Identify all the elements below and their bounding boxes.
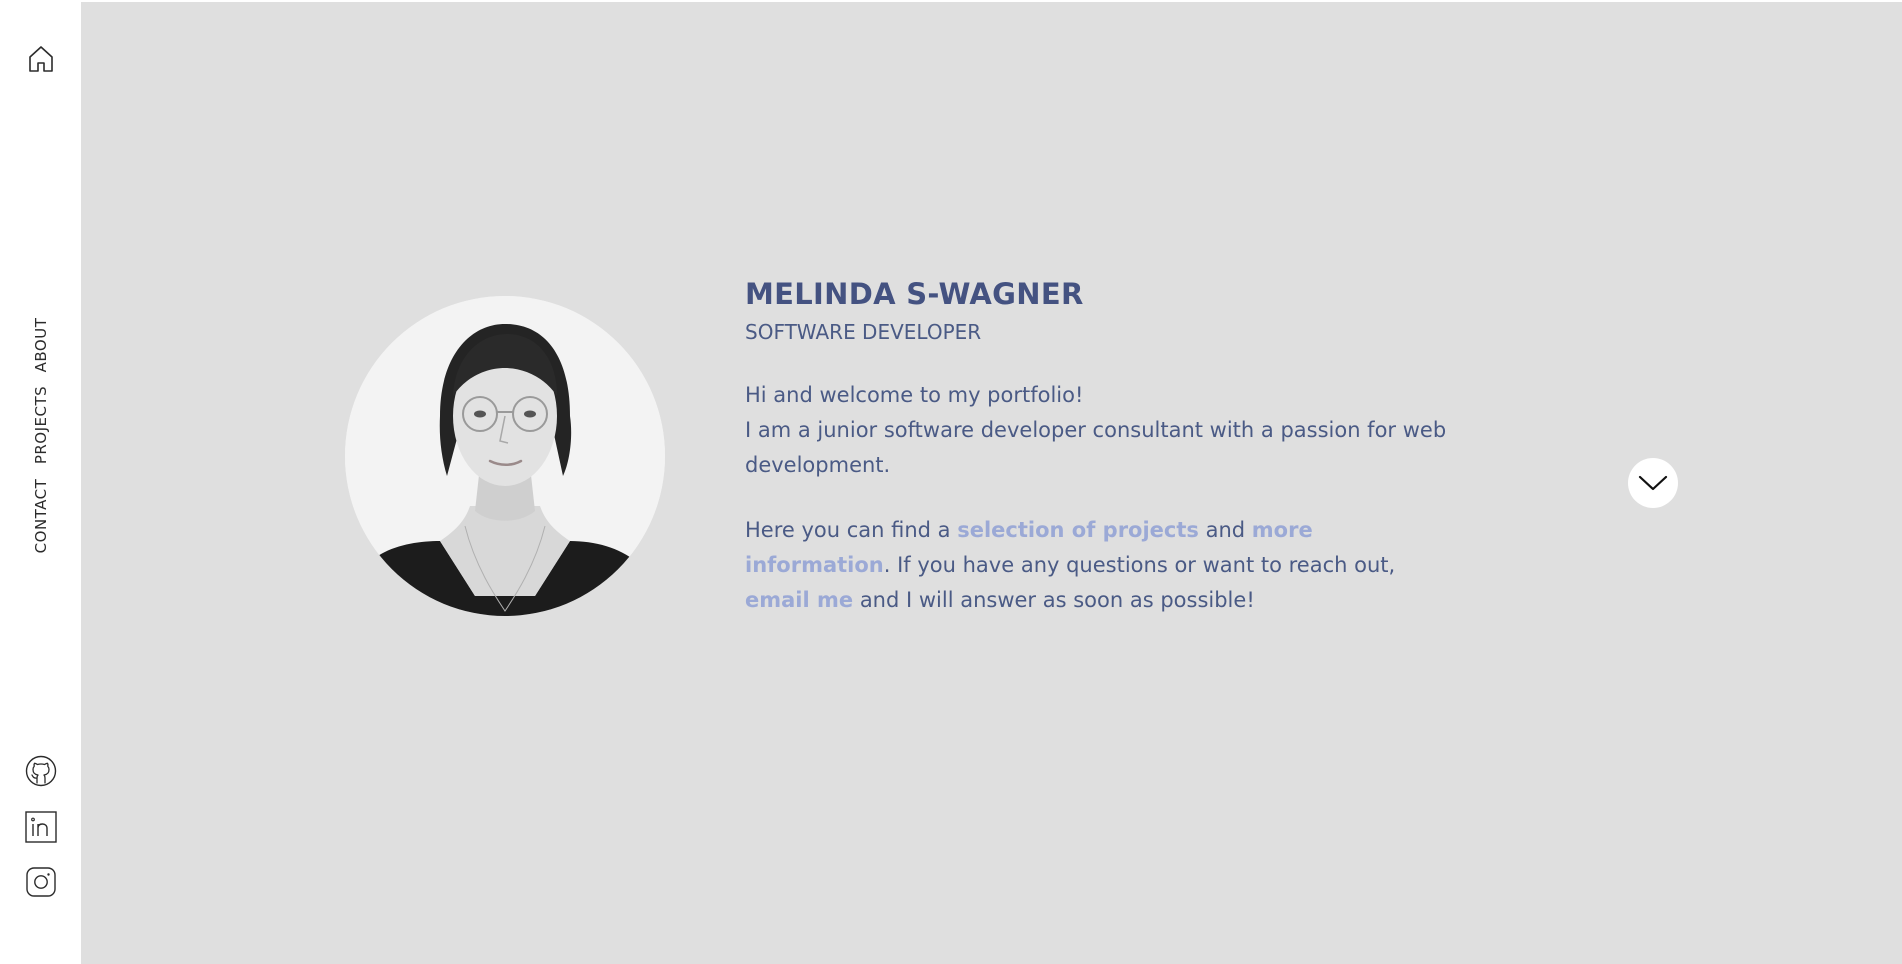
github-icon (25, 755, 57, 787)
nav-projects[interactable]: PROJECTS (32, 386, 50, 464)
scroll-down-button[interactable] (1628, 458, 1678, 508)
profile-name: MELINDA S-WAGNER (745, 277, 1084, 311)
linkedin-link[interactable] (24, 810, 58, 844)
linkedin-icon (25, 811, 57, 843)
contact-paragraph: Here you can find a selection of project… (745, 513, 1465, 618)
intro-paragraph: Hi and welcome to my portfolio! I am a j… (745, 378, 1465, 483)
text-before-email: . If you have any questions or want to r… (883, 553, 1396, 577)
intro-section: MELINDA S-WAGNER SOFTWARE DEVELOPER Hi a… (745, 274, 1465, 618)
intro-line-1: Hi and welcome to my portfolio! (745, 383, 1084, 407)
text-and: and (1198, 518, 1252, 542)
main-section: MELINDA S-WAGNER SOFTWARE DEVELOPER Hi a… (81, 2, 1902, 964)
profile-photo (345, 296, 665, 616)
projects-link[interactable]: selection of projects (957, 518, 1199, 542)
home-button[interactable] (26, 44, 56, 74)
text-after-email: and I will answer as soon as possible! (853, 588, 1255, 612)
nav-contact[interactable]: CONTACT (32, 479, 50, 554)
profile-role: SOFTWARE DEVELOPER (745, 320, 982, 344)
intro-line-2: I am a junior software developer consult… (745, 418, 1447, 477)
chevron-down-icon (1638, 475, 1668, 491)
text-before-projects: Here you can find a (745, 518, 958, 542)
home-icon (29, 46, 53, 72)
email-me-link[interactable]: email me (745, 588, 853, 612)
nav-about[interactable]: ABOUT (32, 318, 50, 373)
sidebar: ABOUT PROJECTS CONTACT (0, 0, 81, 964)
github-link[interactable] (24, 754, 58, 788)
instagram-icon (26, 867, 56, 897)
instagram-link[interactable] (24, 865, 58, 899)
